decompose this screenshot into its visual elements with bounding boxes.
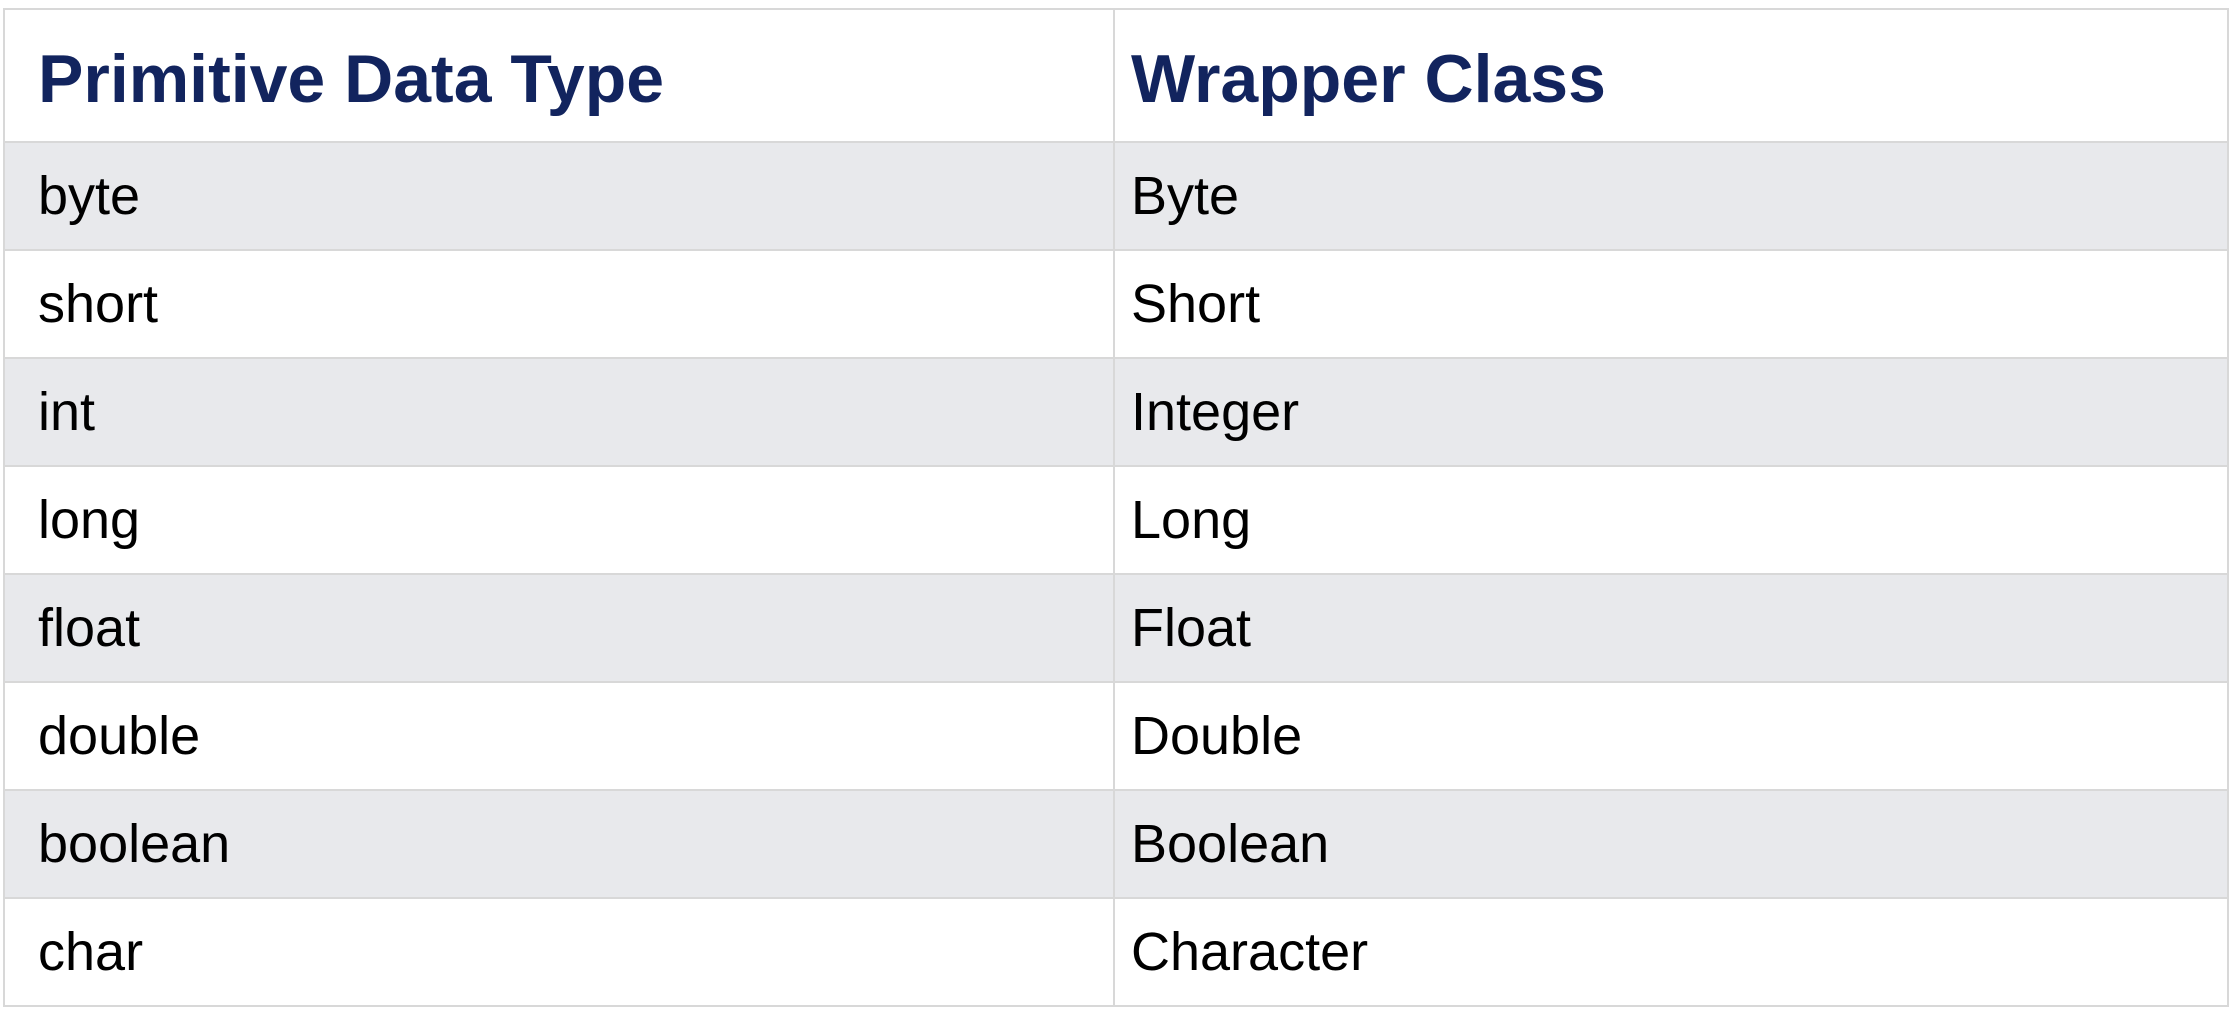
wrapper-class-table: Primitive Data Type Wrapper Class byte B… [3,8,2229,1007]
table-row: char Character [5,899,2227,1007]
wrapper-class-cell: Boolean [1131,814,1330,874]
primitive-type-cell: float [5,575,1115,681]
table-row: int Integer [5,359,2227,467]
table-row: short Short [5,251,2227,359]
primitive-type-cell: char [5,899,1115,1005]
primitive-type-cell: double [5,683,1115,789]
table-row: long Long [5,467,2227,575]
table-row: double Double [5,683,2227,791]
wrapper-class-cell: Byte [1131,166,1240,226]
wrapper-class-cell: Float [1131,598,1252,658]
wrapper-class-cell: Short [1131,274,1261,334]
table-row: float Float [5,575,2227,683]
header-primitive-data-type: Primitive Data Type [5,10,1115,141]
wrapper-class-cell: Long [1131,490,1252,550]
wrapper-class-cell: Integer [1131,382,1300,442]
table-row: byte Byte [5,143,2227,251]
wrapper-class-cell: Character [1131,922,1369,982]
table-row: boolean Boolean [5,791,2227,899]
wrapper-class-cell: Double [1131,706,1303,766]
primitive-type-cell: int [5,359,1115,465]
table-header-row: Primitive Data Type Wrapper Class [5,10,2227,143]
header-wrapper-class: Wrapper Class [1131,40,1606,117]
primitive-type-cell: byte [5,143,1115,249]
primitive-type-cell: long [5,467,1115,573]
primitive-type-cell: boolean [5,791,1115,897]
primitive-type-cell: short [5,251,1115,357]
